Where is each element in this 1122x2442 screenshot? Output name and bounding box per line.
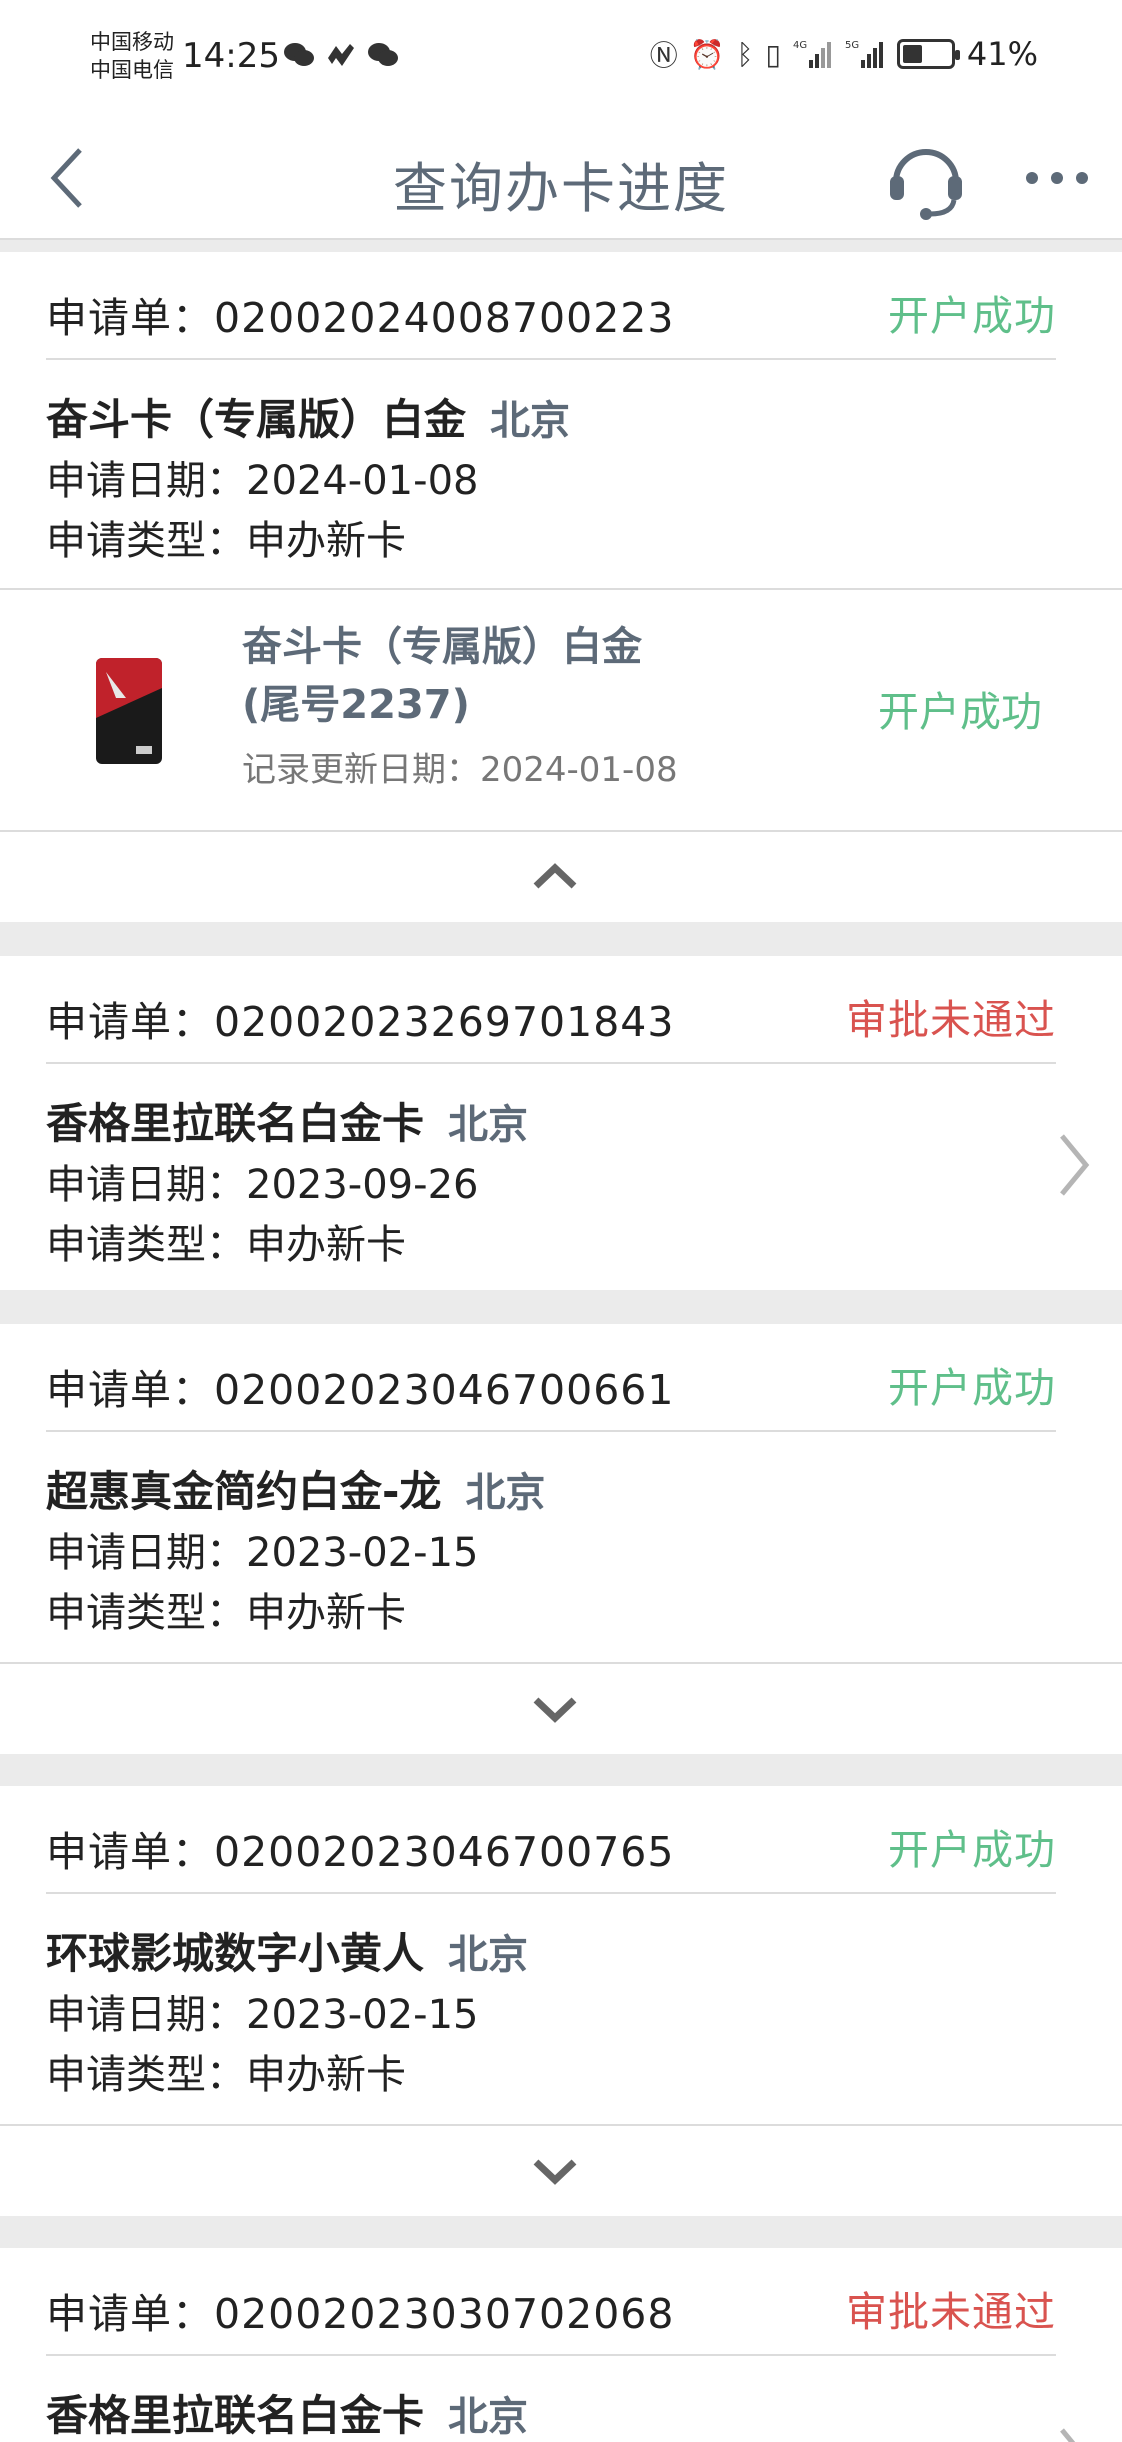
- more-dots-icon[interactable]: [1022, 156, 1092, 200]
- nfc-icon: Ⓝ: [649, 39, 678, 72]
- status-badge: 审批未通过: [846, 2288, 1056, 2336]
- card-product-name: 香格里拉联名白金卡 北京: [46, 2391, 529, 2440]
- card-header: 申请单：02002023269701843 审批未通过: [0, 956, 1122, 1064]
- signal-5g-icon: 5G: [845, 40, 883, 68]
- nav-bar: 查询办卡进度: [0, 116, 1122, 240]
- carrier-2: 中国电信: [90, 58, 174, 82]
- collapse-toggle[interactable]: [0, 830, 1122, 922]
- battery-level: [902, 45, 922, 63]
- application-card[interactable]: 申请单：02002023030702068 审批未通过 香格里拉联名白金卡 北京: [0, 2248, 1122, 2442]
- signal-4g-icon: 4G: [793, 40, 831, 68]
- battery-percent: 41%: [966, 35, 1038, 73]
- detail-card-name: 奋斗卡（专属版）白金 (尾号2237): [242, 624, 642, 728]
- expand-chevron-icon[interactable]: [532, 2156, 578, 2186]
- apply-date: 申请日期：2023-02-15: [46, 1530, 479, 1576]
- card-body: 超惠真金简约白金-龙 北京 申请日期：2023-02-15 申请类型：申办新卡: [0, 1432, 1122, 1643]
- app-notification-icon: [328, 44, 354, 66]
- status-bar: 中国移动 中国电信 14:25 Ⓝ ⏰ ᛒ ▯ 4G 5G 41%: [0, 0, 1122, 116]
- battery-icon: [896, 39, 960, 69]
- card-header: 申请单：02002023046700661 开户成功: [0, 1324, 1122, 1432]
- vibrate-icon: ▯: [765, 37, 781, 71]
- status-badge: 开户成功: [888, 292, 1056, 340]
- apply-type: 申请类型：申办新卡: [46, 2052, 406, 2098]
- card-body: 环球影城数字小黄人 北京 申请日期：2023-02-15 申请类型：申办新卡: [0, 1894, 1122, 2105]
- notification-icons: [282, 40, 400, 70]
- application-card[interactable]: 申请单：02002023046700661 开户成功 超惠真金简约白金-龙 北京 …: [0, 1324, 1122, 1662]
- card-product-name: 香格里拉联名白金卡 北京: [46, 1099, 529, 1148]
- application-card[interactable]: 申请单：02002023046700765 开户成功 环球影城数字小黄人 北京 申…: [0, 1786, 1122, 2124]
- application-card[interactable]: 申请单：02002024008700223 开户成功 奋斗卡（专属版）白金 北京 …: [0, 252, 1122, 590]
- chevron-right-icon[interactable]: [1056, 1130, 1092, 1200]
- wechat-icon: [284, 43, 314, 66]
- card-header: 申请单：02002023046700765 开户成功: [0, 1786, 1122, 1894]
- card-city: 北京: [448, 1102, 529, 1148]
- svg-text:5G: 5G: [845, 40, 859, 51]
- wechat-icon: [368, 43, 398, 66]
- card-body: 奋斗卡（专属版）白金 北京 申请日期：2024-01-08 申请类型：申办新卡: [0, 360, 1122, 571]
- status-time: 14:25: [182, 36, 280, 76]
- chevron-right-icon[interactable]: [1056, 2424, 1092, 2442]
- apply-date: 申请日期：2024-01-08: [46, 458, 479, 504]
- application-number: 申请单：02002023046700765: [46, 1828, 675, 1876]
- expand-chevron-icon[interactable]: [532, 1694, 578, 1724]
- card-header: 申请单：02002024008700223 开户成功: [0, 252, 1122, 360]
- system-status: Ⓝ ⏰ ᛒ ▯ 4G 5G 41%: [650, 34, 1038, 74]
- application-number: 申请单：02002023030702068: [46, 2290, 675, 2338]
- detail-status: 开户成功: [878, 688, 1042, 736]
- card-header: 申请单：02002023030702068 审批未通过: [0, 2248, 1122, 2356]
- card-body: 香格里拉联名白金卡 北京 申请日期：2023-09-26 申请类型：申办新卡: [0, 1064, 1122, 1275]
- apply-type: 申请类型：申办新卡: [46, 1222, 406, 1268]
- card-city: 北京: [490, 398, 571, 444]
- alarm-icon: ⏰: [689, 37, 725, 71]
- card-body: 香格里拉联名白金卡 北京: [0, 2356, 1122, 2442]
- card-city: 北京: [465, 1470, 546, 1516]
- apply-date: 申请日期：2023-02-15: [46, 1992, 479, 2038]
- card-city: 北京: [448, 1932, 529, 1978]
- application-number: 申请单：02002023046700661: [46, 1366, 675, 1414]
- bluetooth-icon: ᛒ: [736, 37, 754, 71]
- collapse-chevron-icon[interactable]: [532, 862, 578, 892]
- card-thumbnail: [96, 658, 162, 764]
- record-update-date: 记录更新日期：2024-01-08: [242, 750, 678, 790]
- apply-date: 申请日期：2023-09-26: [46, 1162, 479, 1208]
- expand-toggle[interactable]: [0, 1662, 1122, 1754]
- status-badge: 审批未通过: [846, 996, 1056, 1044]
- svg-text:4G: 4G: [793, 40, 807, 51]
- card-product-name: 奋斗卡（专属版）白金 北京: [46, 395, 571, 444]
- carrier-info: 中国移动 中国电信: [90, 28, 174, 84]
- expand-toggle[interactable]: [0, 2124, 1122, 2216]
- carrier-1: 中国移动: [90, 30, 174, 54]
- apply-type: 申请类型：申办新卡: [46, 1590, 406, 1636]
- card-city: 北京: [448, 2394, 529, 2440]
- status-badge: 开户成功: [888, 1826, 1056, 1874]
- application-card[interactable]: 申请单：02002023269701843 审批未通过 香格里拉联名白金卡 北京 …: [0, 956, 1122, 1290]
- application-number: 申请单：02002024008700223: [46, 294, 675, 342]
- card-detail-row[interactable]: 奋斗卡（专属版）白金 (尾号2237) 记录更新日期：2024-01-08 开户…: [0, 588, 1122, 832]
- application-number: 申请单：02002023269701843: [46, 998, 675, 1046]
- card-product-name: 超惠真金简约白金-龙 北京: [46, 1467, 546, 1516]
- apply-type: 申请类型：申办新卡: [46, 518, 406, 564]
- status-badge: 开户成功: [888, 1364, 1056, 1412]
- card-product-name: 环球影城数字小黄人 北京: [46, 1929, 529, 1978]
- headset-icon[interactable]: [886, 130, 966, 222]
